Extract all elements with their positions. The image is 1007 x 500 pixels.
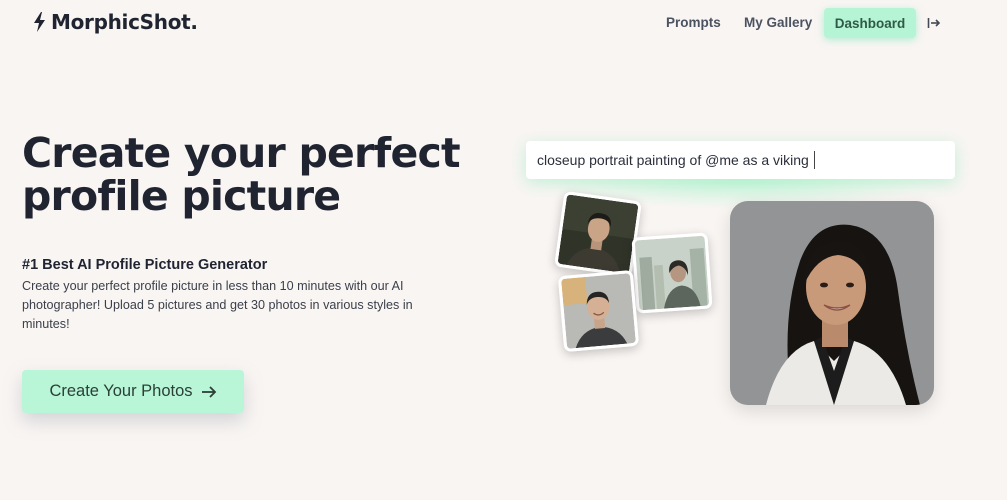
brand-logo[interactable]: MorphicShot. xyxy=(33,10,198,34)
nav-gallery-link[interactable]: My Gallery xyxy=(744,15,812,30)
lightning-bolt-icon xyxy=(34,12,45,32)
hero-description: Create your perfect profile picture in l… xyxy=(22,279,413,331)
arrow-right-icon xyxy=(201,385,216,398)
sample-photo-man-smiling xyxy=(557,269,640,353)
nav-prompts-link[interactable]: Prompts xyxy=(666,15,721,30)
main-portrait-photo xyxy=(730,201,934,405)
hero-subtitle: #1 Best AI Profile Picture Generator xyxy=(22,257,268,273)
logout-icon[interactable] xyxy=(927,14,941,32)
hero-title: Create your perfect profile picture xyxy=(22,129,461,220)
create-photos-label: Create Your Photos xyxy=(49,382,193,400)
prompt-input[interactable]: closeup portrait painting of @me as a vi… xyxy=(526,141,955,179)
text-caret xyxy=(813,151,815,169)
create-photos-button[interactable]: Create Your Photos xyxy=(22,370,244,413)
dashboard-button[interactable]: Dashboard xyxy=(824,8,916,38)
prompt-text: closeup portrait painting of @me as a vi… xyxy=(537,152,809,168)
sample-photo-man-dark xyxy=(554,190,642,278)
brand-name: MorphicShot. xyxy=(51,10,198,34)
top-navbar: MorphicShot. Prompts My Gallery Dashboar… xyxy=(0,0,1007,46)
sample-photo-woman-city xyxy=(631,232,713,314)
